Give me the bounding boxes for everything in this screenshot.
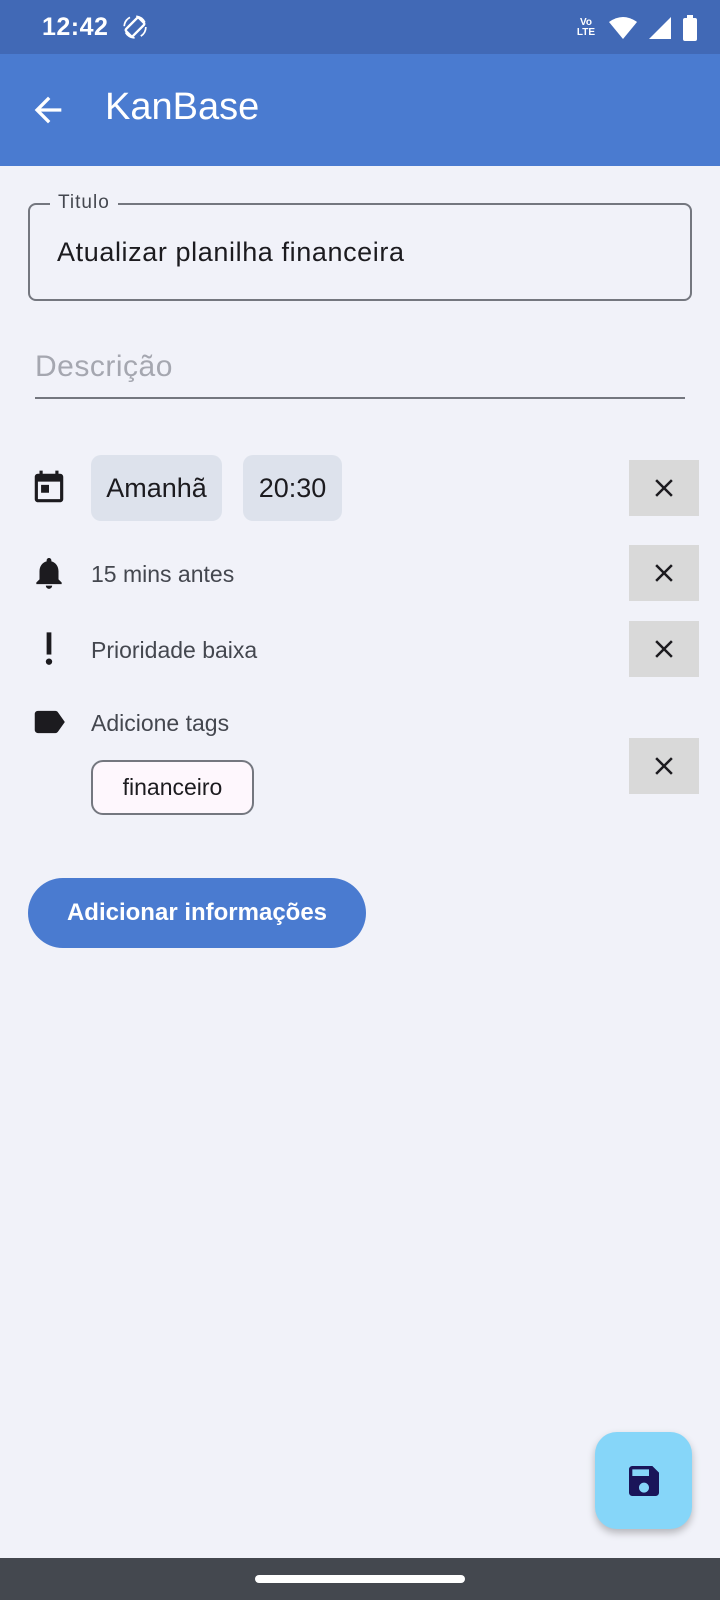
date-chip[interactable]: Amanhã (91, 455, 222, 521)
screen-rotate-icon (123, 15, 147, 39)
clear-due-button[interactable] (629, 460, 699, 516)
close-icon (655, 640, 673, 658)
clear-reminder-button[interactable] (629, 545, 699, 601)
time-chip[interactable]: 20:30 (243, 455, 342, 521)
calendar-icon (34, 470, 64, 503)
volte-line2: LTE (576, 27, 596, 38)
priority-text[interactable]: Prioridade baixa (91, 637, 257, 664)
clear-tags-button[interactable] (629, 738, 699, 794)
save-fab-button[interactable] (595, 1432, 692, 1529)
label-icon (34, 710, 65, 734)
signal-icon (649, 17, 671, 39)
clear-priority-button[interactable] (629, 621, 699, 677)
title-field-label: Titulo (50, 192, 118, 214)
status-icons: Vo LTE (574, 14, 698, 42)
reminder-text[interactable]: 15 mins antes (91, 561, 234, 588)
description-field[interactable]: Descrição (35, 350, 685, 399)
navigation-bar (0, 1558, 720, 1600)
priority-icon (45, 632, 53, 665)
arrow-back-icon[interactable] (28, 90, 68, 130)
tag-chip[interactable]: financeiro (91, 760, 254, 815)
add-info-button[interactable]: Adicionar informações (28, 878, 366, 948)
close-icon (655, 757, 673, 775)
status-time: 12:42 (42, 13, 109, 41)
description-placeholder: Descrição (35, 350, 173, 383)
status-bar: 12:42 Vo LTE (0, 0, 720, 54)
wifi-icon (609, 17, 637, 39)
title-field-value[interactable]: Atualizar planilha financeira (57, 237, 405, 268)
title-field[interactable]: Titulo Atualizar planilha financeira (28, 192, 692, 301)
home-handle[interactable] (255, 1575, 465, 1583)
battery-icon (683, 15, 697, 41)
close-icon (655, 564, 673, 582)
bell-icon (36, 557, 62, 589)
app-bar: KanBase (0, 54, 720, 166)
add-tags-label[interactable]: Adicione tags (91, 710, 229, 737)
save-icon (628, 1465, 659, 1496)
volte-icon: Vo LTE (574, 18, 598, 38)
close-icon (655, 479, 673, 497)
app-title: KanBase (105, 86, 260, 128)
